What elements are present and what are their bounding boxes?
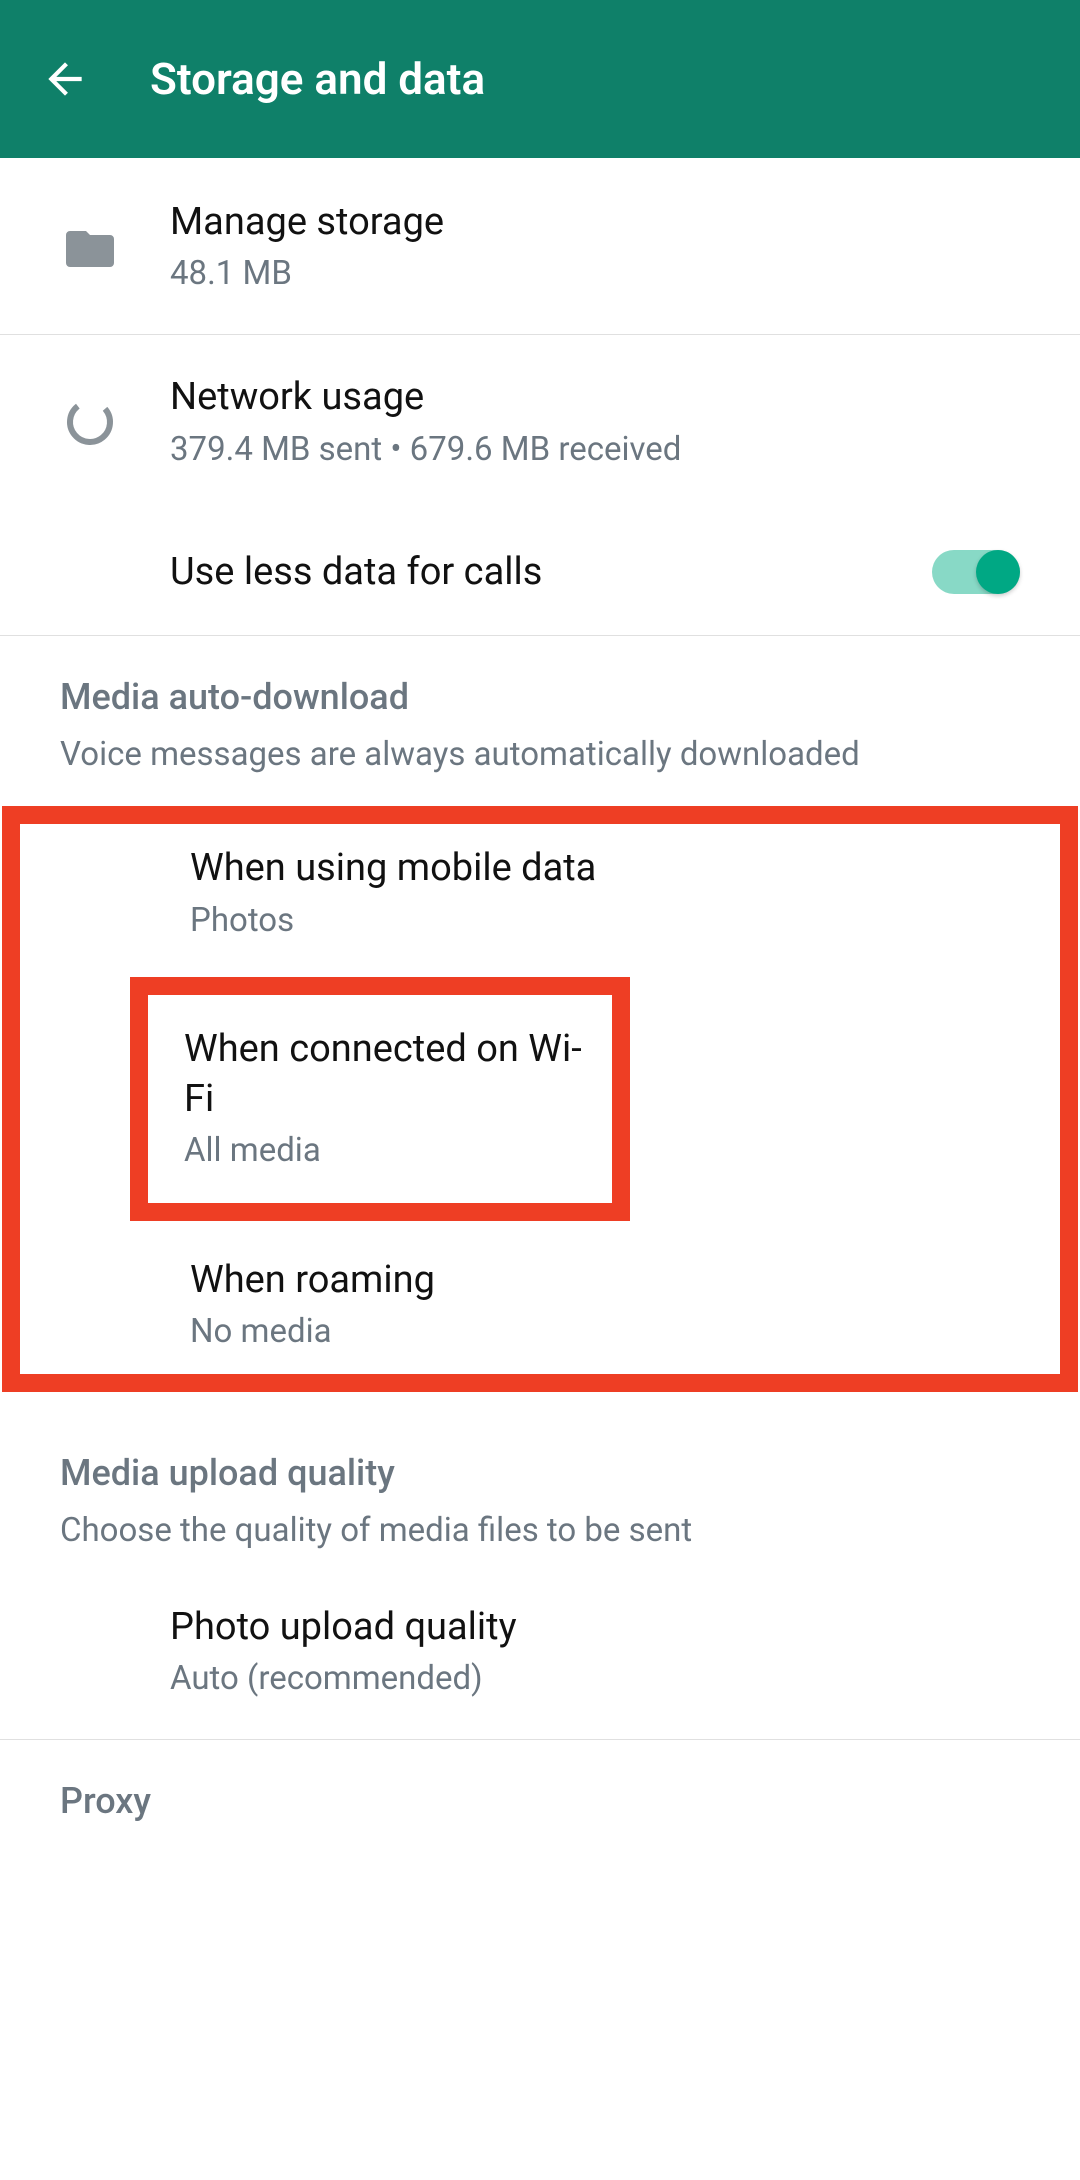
use-less-data-toggle[interactable] [932,550,1020,594]
roaming-title: When roaming [190,1256,1020,1305]
back-arrow-icon[interactable] [40,54,90,104]
network-usage-item[interactable]: Network usage 379.4 MB sent • 679.6 MB r… [0,335,1080,509]
media-upload-quality-header: Media upload quality Choose the quality … [0,1392,1080,1564]
highlight-box-inner: When connected on Wi-Fi All media [130,977,630,1221]
section-subtitle: Voice messages are always automatically … [60,732,1020,778]
highlight-box-outer: When using mobile data Photos When conne… [2,806,1078,1392]
wifi-subtitle: All media [184,1130,592,1173]
folder-icon [60,227,120,267]
photo-upload-quality-item[interactable]: Photo upload quality Auto (recommended) [0,1565,1080,1739]
network-usage-subtitle: 379.4 MB sent • 679.6 MB received [170,429,1040,472]
roaming-item[interactable]: When roaming No media [20,1221,1060,1374]
roaming-subtitle: No media [190,1311,1020,1354]
section-subtitle: Choose the quality of media files to be … [60,1508,1020,1554]
photo-upload-title: Photo upload quality [170,1603,1040,1652]
network-usage-title: Network usage [170,373,1040,422]
app-header: Storage and data [0,0,1080,158]
media-auto-download-header: Media auto-download Voice messages are a… [0,636,1080,788]
section-title: Proxy [60,1780,1020,1822]
photo-upload-subtitle: Auto (recommended) [170,1658,1040,1701]
manage-storage-item[interactable]: Manage storage 48.1 MB [0,160,1080,334]
wifi-item[interactable]: When connected on Wi-Fi All media [184,1025,592,1173]
section-title: Media auto-download [60,676,1020,718]
use-less-data-title: Use less data for calls [170,548,882,597]
page-title: Storage and data [150,53,485,105]
section-title: Media upload quality [60,1452,1020,1494]
proxy-header: Proxy [0,1740,1080,1832]
use-less-data-item[interactable]: Use less data for calls [0,510,1080,635]
manage-storage-subtitle: 48.1 MB [170,253,1040,296]
mobile-data-item[interactable]: When using mobile data Photos [20,824,1060,977]
wifi-title: When connected on Wi-Fi [184,1025,592,1124]
data-usage-icon [60,397,120,447]
mobile-data-title: When using mobile data [190,844,1020,893]
manage-storage-title: Manage storage [170,198,1040,247]
mobile-data-subtitle: Photos [190,900,1020,943]
